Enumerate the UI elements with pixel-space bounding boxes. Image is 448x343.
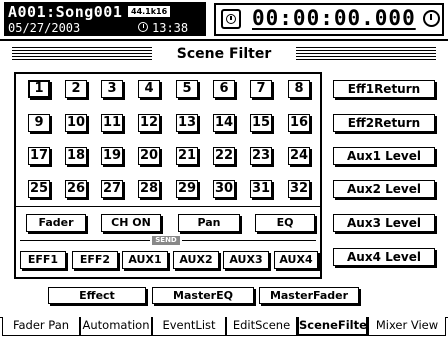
track-button-2[interactable]: 2 [65, 80, 87, 98]
track-button-18[interactable]: 18 [65, 147, 87, 165]
track-button-15[interactable]: 15 [250, 114, 272, 132]
track-button-29[interactable]: 29 [176, 180, 198, 198]
bottom-button-masterfader[interactable]: MasterFader [259, 287, 359, 304]
side-button-aux4-level[interactable]: Aux4 Level [333, 248, 435, 266]
track-button-27[interactable]: 27 [101, 180, 123, 198]
clock-time: 13:38 [152, 21, 189, 35]
param-button-pan[interactable]: Pan [178, 214, 240, 232]
panel-divider [16, 206, 320, 207]
track-button-24[interactable]: 24 [288, 147, 310, 165]
track-button-17[interactable]: 17 [28, 147, 50, 165]
bottom-button-effect[interactable]: Effect [48, 287, 146, 304]
side-button-aux2-level[interactable]: Aux2 Level [333, 180, 435, 198]
screen-title-bar: Scene Filter [12, 44, 436, 64]
title-stripes-right [296, 47, 436, 60]
track-button-16[interactable]: 16 [288, 114, 310, 132]
song-title: A001:Song001 [8, 3, 123, 21]
track-button-30[interactable]: 30 [213, 180, 235, 198]
track-button-13[interactable]: 13 [176, 114, 198, 132]
song-info-box: A001:Song001 44.1k16 05/27/2003 13:38 [4, 2, 206, 36]
param-button-ch-on[interactable]: CH ON [101, 214, 161, 232]
track-button-26[interactable]: 26 [65, 180, 87, 198]
track-button-11[interactable]: 11 [101, 114, 123, 132]
track-button-20[interactable]: 20 [138, 147, 160, 165]
send-button-eff1[interactable]: EFF1 [20, 251, 66, 269]
tab-eventlist[interactable]: EventList [152, 317, 226, 336]
tab-scenefilter[interactable]: SceneFilter [297, 317, 368, 336]
track-button-4[interactable]: 4 [138, 80, 160, 98]
timer-icon [221, 9, 241, 29]
tab-bar: Fader Pan Automation EventList EditScene Sce… [0, 317, 448, 343]
header-bar: A001:Song001 44.1k16 05/27/2003 13:38 00… [0, 0, 448, 40]
track-button-3[interactable]: 3 [101, 80, 123, 98]
send-button-aux3[interactable]: AUX3 [223, 251, 269, 269]
send-button-aux4[interactable]: AUX4 [274, 251, 318, 269]
screen-title: Scene Filter [176, 46, 272, 62]
track-button-19[interactable]: 19 [101, 147, 123, 165]
track-button-22[interactable]: 22 [213, 147, 235, 165]
track-button-5[interactable]: 5 [176, 80, 198, 98]
clock-icon [138, 22, 148, 32]
side-button-aux1-level[interactable]: Aux1 Level [333, 147, 435, 165]
side-button-aux3-level[interactable]: Aux3 Level [333, 214, 435, 232]
send-button-aux2[interactable]: AUX2 [173, 251, 219, 269]
track-button-12[interactable]: 12 [138, 114, 160, 132]
param-button-eq[interactable]: EQ [255, 214, 315, 232]
track-button-14[interactable]: 14 [213, 114, 235, 132]
side-button-eff2return[interactable]: Eff2Return [333, 114, 435, 132]
tab-fader-pan[interactable]: Fader Pan [2, 317, 80, 336]
param-button-fader[interactable]: Fader [26, 214, 86, 232]
track-button-7[interactable]: 7 [250, 80, 272, 98]
time-counter-box[interactable]: 00:00:00.000 [214, 3, 444, 36]
title-stripes-left [12, 47, 152, 60]
track-button-31[interactable]: 31 [250, 180, 272, 198]
track-button-8[interactable]: 8 [288, 80, 310, 98]
track-button-1[interactable]: 1 [28, 80, 50, 98]
track-button-21[interactable]: 21 [176, 147, 198, 165]
tab-mixer-view[interactable]: Mixer View [368, 317, 446, 336]
tab-automation[interactable]: Automation [80, 317, 152, 336]
filter-panel [14, 72, 322, 279]
send-line-left [20, 240, 150, 241]
tab-editscene[interactable]: EditScene [226, 317, 297, 336]
sample-rate-badge: 44.1k16 [128, 6, 171, 17]
track-button-9[interactable]: 9 [28, 114, 50, 132]
track-button-23[interactable]: 23 [250, 147, 272, 165]
song-date: 05/27/2003 [8, 21, 81, 35]
send-line-right [182, 240, 316, 241]
time-counter: 00:00:00.000 [252, 6, 416, 30]
bottom-button-mastereq[interactable]: MasterEQ [152, 287, 254, 304]
send-button-eff2[interactable]: EFF2 [72, 251, 118, 269]
alarm-icon [423, 10, 440, 27]
header-divider [0, 39, 448, 41]
track-button-32[interactable]: 32 [288, 180, 310, 198]
track-button-10[interactable]: 10 [65, 114, 87, 132]
track-button-25[interactable]: 25 [28, 180, 50, 198]
send-label: SEND [152, 236, 180, 245]
send-button-aux1[interactable]: AUX1 [122, 251, 168, 269]
side-button-eff1return[interactable]: Eff1Return [333, 80, 435, 98]
track-button-6[interactable]: 6 [213, 80, 235, 98]
track-button-28[interactable]: 28 [138, 180, 160, 198]
